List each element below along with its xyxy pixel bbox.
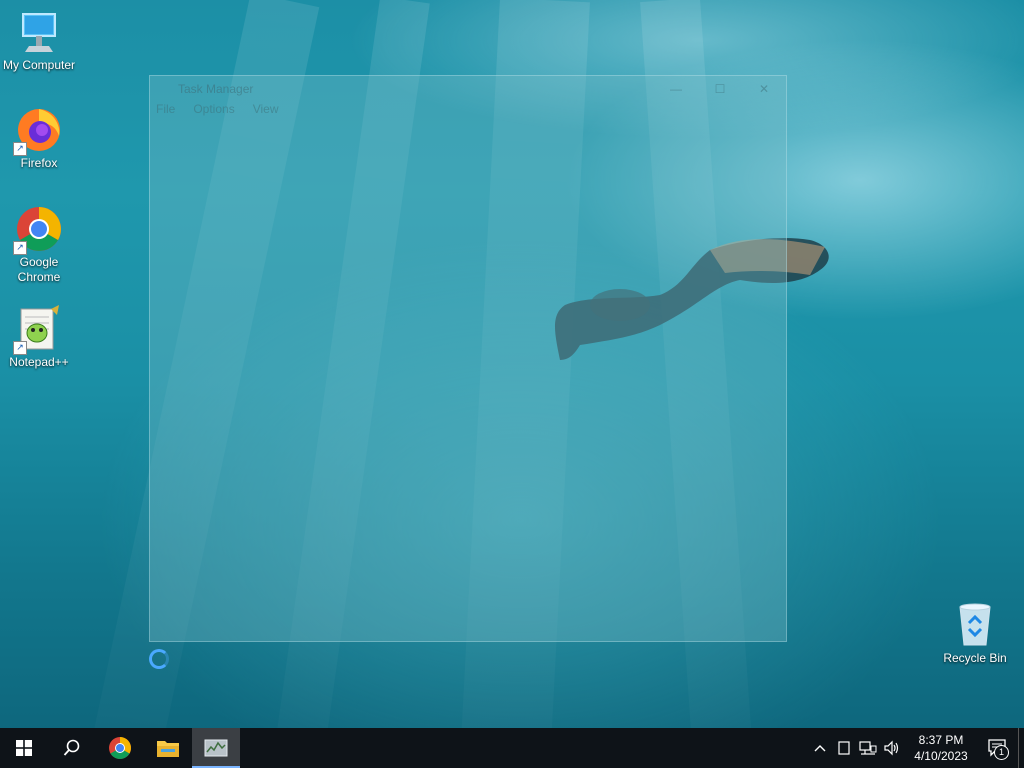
firefox-icon: ↗ — [13, 106, 63, 156]
chrome-icon — [109, 737, 131, 759]
desktop-icon-label: Firefox — [20, 156, 58, 170]
desktop-icon-my-computer[interactable]: My Computer — [1, 8, 77, 73]
notepadpp-icon: ↗ — [13, 305, 63, 355]
task-manager-icon — [204, 739, 228, 757]
chrome-icon: ↗ — [13, 205, 63, 255]
chevron-up-icon — [814, 745, 826, 752]
taskbar: 8:37 PM 4/10/2023 1 — [0, 728, 1024, 768]
system-tray: 8:37 PM 4/10/2023 1 — [808, 728, 1024, 768]
menu-file[interactable]: File — [156, 102, 175, 122]
tray-volume-button[interactable] — [880, 728, 904, 768]
taskbar-file-explorer-button[interactable] — [144, 728, 192, 768]
task-manager-window[interactable]: Task Manager — ☐ ✕ File Options View — [149, 75, 787, 642]
computer-icon — [15, 8, 63, 56]
task-manager-menubar: File Options View — [150, 102, 786, 122]
tray-tablet-button[interactable] — [832, 728, 856, 768]
folder-icon — [157, 741, 179, 757]
task-manager-title: Task Manager — [178, 82, 254, 96]
shortcut-arrow-icon: ↗ — [13, 241, 27, 255]
windows-logo-icon — [16, 740, 32, 756]
desktop-icon-google-chrome[interactable]: ↗ Google Chrome — [1, 205, 77, 285]
action-center-button[interactable]: 1 — [978, 728, 1018, 768]
menu-view[interactable]: View — [253, 102, 279, 122]
network-icon — [859, 741, 877, 755]
clock-date: 4/10/2023 — [914, 749, 968, 763]
clock-time: 8:37 PM — [918, 733, 964, 747]
loading-spinner-icon — [149, 649, 169, 669]
taskbar-chrome-button[interactable] — [96, 728, 144, 768]
start-button[interactable] — [0, 728, 48, 768]
show-desktop-button[interactable] — [1018, 728, 1024, 768]
menu-options[interactable]: Options — [193, 102, 234, 122]
desktop-icon-label: Google Chrome — [17, 255, 61, 284]
search-icon — [63, 739, 80, 756]
window-controls: — ☐ ✕ — [654, 82, 786, 96]
desktop-icon-notepadpp[interactable]: ↗ Notepad++ — [1, 305, 77, 370]
task-manager-titlebar[interactable]: Task Manager — ☐ ✕ — [150, 76, 786, 102]
close-button[interactable]: ✕ — [742, 82, 786, 96]
shortcut-arrow-icon: ↗ — [13, 341, 27, 355]
desktop-icon-label: My Computer — [2, 58, 76, 72]
desktop-icon-recycle-bin[interactable]: Recycle Bin — [937, 601, 1013, 666]
taskbar-clock[interactable]: 8:37 PM 4/10/2023 — [904, 732, 978, 764]
notification-count-badge: 1 — [994, 745, 1009, 760]
desktop-icon-firefox[interactable]: ↗ Firefox — [1, 106, 77, 171]
tray-network-button[interactable] — [856, 728, 880, 768]
minimize-button[interactable]: — — [654, 82, 698, 96]
shortcut-arrow-icon: ↗ — [13, 142, 27, 156]
search-button[interactable] — [48, 728, 96, 768]
show-hidden-icons-button[interactable] — [808, 728, 832, 768]
device-icon — [838, 741, 850, 755]
taskbar-task-manager-button[interactable] — [192, 728, 240, 768]
volume-icon — [884, 740, 899, 756]
maximize-button[interactable]: ☐ — [698, 82, 742, 96]
desktop-icon-label: Notepad++ — [9, 355, 69, 369]
desktop-icon-label: Recycle Bin — [943, 651, 1007, 665]
recycle-bin-icon — [951, 601, 999, 649]
